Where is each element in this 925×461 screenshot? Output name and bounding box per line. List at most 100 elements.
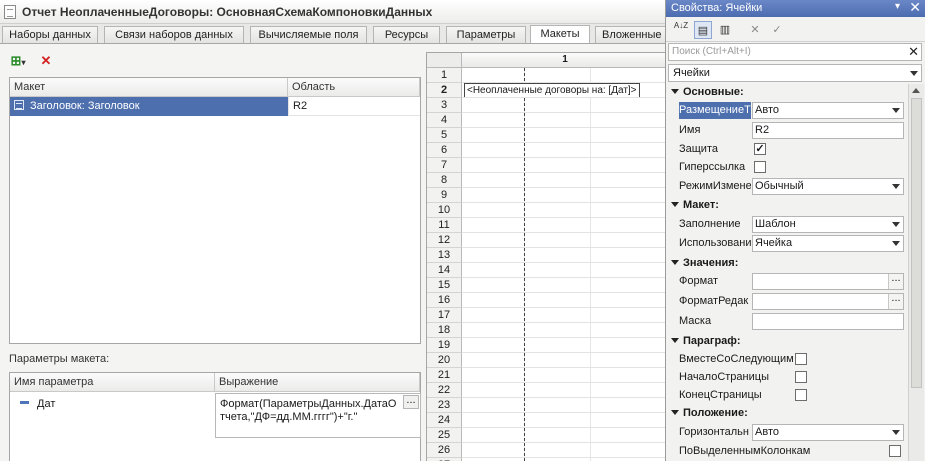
chevron-down-icon[interactable]	[892, 108, 900, 113]
collapse-icon[interactable]	[671, 338, 679, 343]
fill-select[interactable]: Шаблон	[752, 216, 904, 233]
chevron-down-icon[interactable]	[892, 241, 900, 246]
sheet-row-header[interactable]: 6	[427, 143, 462, 158]
tab-datasets[interactable]: Наборы данных	[2, 26, 98, 43]
edit-mode-select[interactable]: Обычный	[752, 178, 904, 195]
sort-alphabetical-icon[interactable]: A↓Z	[672, 21, 690, 39]
sheet-row-header[interactable]: 12	[427, 233, 462, 248]
sheet-row-header[interactable]: 5	[427, 128, 462, 143]
collapse-icon[interactable]	[671, 260, 679, 265]
format-input[interactable]: ...	[752, 273, 904, 290]
sheet-row-header[interactable]: 23	[427, 398, 462, 413]
sheet-row-header[interactable]: 7	[427, 158, 462, 173]
grid-row-line	[462, 277, 668, 278]
categories-icon[interactable]: ▤	[694, 21, 712, 39]
sheet-row-header[interactable]: 19	[427, 338, 462, 353]
sheet-row-header[interactable]: 13	[427, 248, 462, 263]
tab-dataset-links[interactable]: Связи наборов данных	[104, 26, 244, 43]
tab-resources[interactable]: Ресурсы	[373, 26, 440, 43]
sheet-row-header[interactable]: 20	[427, 353, 462, 368]
chevron-down-icon[interactable]	[892, 184, 900, 189]
add-layout-button[interactable]: ⊞▾	[8, 52, 28, 70]
section-basic[interactable]: Основные:	[668, 84, 906, 101]
sheet-row-header[interactable]: 21	[427, 368, 462, 383]
scroll-thumb[interactable]	[911, 98, 922, 388]
sheet-row-header[interactable]: 3	[427, 98, 462, 113]
collapse-icon[interactable]	[671, 202, 679, 207]
column-header-area[interactable]: Область	[288, 78, 420, 97]
sheet-row-header[interactable]: 26	[427, 443, 462, 458]
sheet-row-header[interactable]: 17	[427, 308, 462, 323]
placement-select[interactable]: Авто	[752, 102, 904, 119]
scroll-up-icon[interactable]	[912, 88, 920, 93]
table-row[interactable]: Заголовок: Заголовок R2	[10, 97, 420, 116]
sheet-row-header[interactable]: 16	[427, 293, 462, 308]
delete-icon[interactable]: ✕	[746, 21, 764, 39]
layout-cell-text[interactable]: <Неоплаченные договоры на: [Дат]>	[464, 83, 640, 98]
column-header-layout[interactable]: Макет	[10, 78, 288, 97]
tab-parameters[interactable]: Параметры	[446, 26, 526, 43]
check-icon[interactable]: ✓	[768, 21, 786, 39]
horizontal-select[interactable]: Авто	[752, 424, 904, 441]
expression-edit-button[interactable]: ...	[403, 395, 419, 409]
sheet-row-header[interactable]: 9	[427, 188, 462, 203]
chevron-down-icon[interactable]	[892, 430, 900, 435]
expression-field[interactable]: Формат(ПараметрыДанных.ДатаОтчета,"ДФ=дд…	[215, 393, 421, 438]
sheet-row-header[interactable]: 25	[427, 428, 462, 443]
collapse-icon[interactable]	[671, 89, 679, 94]
sheet-row-header[interactable]: 22	[427, 383, 462, 398]
collapse-icon[interactable]	[671, 410, 679, 415]
sheet-row-header[interactable]: 1	[427, 68, 462, 83]
spreadsheet-editor[interactable]: 1 <Неоплаченные договоры на: [Дат]> 1234…	[426, 52, 668, 461]
tab-layouts[interactable]: Макеты	[530, 25, 590, 43]
by-selected-columns-checkbox[interactable]	[889, 445, 901, 457]
sheet-row-header[interactable]: 24	[427, 413, 462, 428]
column-header-expression[interactable]: Выражение	[215, 373, 420, 392]
section-position[interactable]: Положение:	[668, 405, 906, 422]
sheet-row-header[interactable]: 14	[427, 263, 462, 278]
filter-icon[interactable]: ▥	[716, 21, 734, 39]
sheet-row-header[interactable]: 10	[427, 203, 462, 218]
sheet-row-header[interactable]: 4	[427, 113, 462, 128]
tab-calculated-fields[interactable]: Вычисляемые поля	[250, 26, 367, 43]
usage-select[interactable]: Ячейка	[752, 235, 904, 252]
name-input[interactable]: R2	[752, 122, 904, 139]
object-selector[interactable]: Ячейки	[668, 64, 922, 82]
section-layout[interactable]: Макет:	[668, 197, 906, 214]
edit-format-button[interactable]: ...	[888, 294, 903, 309]
placement-label[interactable]: РазмещениеТ	[679, 102, 751, 119]
clear-search-icon[interactable]: ✕	[908, 44, 919, 60]
protection-checkbox[interactable]: ✓	[754, 143, 766, 155]
section-values-label: Значения:	[683, 257, 739, 269]
mask-input[interactable]	[752, 313, 904, 330]
tab-nested[interactable]: Вложенные	[595, 26, 668, 43]
edit-format-input[interactable]: ...	[752, 293, 904, 310]
sheet-row-header[interactable]: 15	[427, 278, 462, 293]
sheet-column-header-1[interactable]: 1	[462, 53, 668, 68]
panel-menu-icon[interactable]: ▾	[895, 1, 900, 12]
page-start-checkbox[interactable]	[795, 371, 807, 383]
sheet-row-header[interactable]: 8	[427, 173, 462, 188]
sheet-corner[interactable]	[427, 53, 462, 68]
layout-area-cell[interactable]: R2	[288, 97, 420, 116]
chevron-down-icon[interactable]	[892, 222, 900, 227]
close-icon[interactable]: ✕	[909, 0, 921, 16]
properties-search-input[interactable]: Поиск (Ctrl+Alt+I) ✕	[668, 43, 922, 61]
properties-toolbar: A↓Z ▤ ▥ ✕ ✓	[666, 18, 925, 42]
hyperlink-checkbox[interactable]	[754, 161, 766, 173]
horizontal-label: Горизонтальн	[679, 426, 749, 438]
param-name-cell[interactable]: Дат	[16, 395, 206, 414]
sheet-row-header[interactable]: 18	[427, 323, 462, 338]
keep-next-checkbox[interactable]	[795, 353, 807, 365]
delete-layout-button[interactable]: ✕	[36, 52, 56, 70]
page-end-checkbox[interactable]	[795, 389, 807, 401]
chevron-down-icon[interactable]	[910, 71, 918, 76]
sheet-row-header[interactable]: 2	[427, 83, 462, 98]
section-values[interactable]: Значения:	[668, 255, 906, 272]
layout-name-cell[interactable]: Заголовок: Заголовок	[10, 97, 288, 116]
sheet-row-header[interactable]: 11	[427, 218, 462, 233]
section-paragraph[interactable]: Параграф:	[668, 333, 906, 350]
properties-scrollbar[interactable]	[908, 84, 924, 461]
format-edit-button[interactable]: ...	[888, 274, 903, 289]
column-header-param-name[interactable]: Имя параметра	[10, 373, 215, 392]
